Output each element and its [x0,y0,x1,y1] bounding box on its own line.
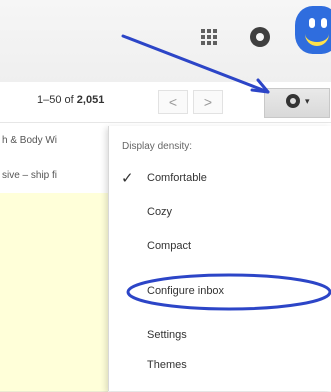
menu-item-label: Comfortable [147,172,207,184]
check-icon: ✓ [121,170,134,187]
notifications-icon[interactable] [250,27,270,47]
menu-item-settings[interactable]: Settings [109,323,331,349]
list-item[interactable]: h & Body Wi [0,123,108,159]
list-item[interactable]: sive – ship fi [0,158,108,194]
menu-item-label: Settings [147,329,187,341]
toolbar: 1–50 of 2,051 < > ▾ [0,82,331,123]
menu-item-label: Cozy [147,206,173,218]
newer-page-button[interactable]: > [193,90,223,114]
pagination-count: 1–50 of 2,051 [37,94,104,106]
top-bar [0,0,331,82]
settings-menu: Display density: ✓ Comfortable Cozy Comp… [108,126,331,391]
list-item[interactable] [0,263,108,299]
list-item[interactable] [0,228,108,264]
pagination-range: 1–50 [37,94,62,106]
message-snippet: sive – ship fi [2,170,58,181]
list-item[interactable] [0,193,108,229]
menu-item-label: Configure inbox [147,285,225,297]
list-item[interactable] [0,298,108,334]
list-item[interactable] [0,333,108,392]
pagination-total: 2,051 [76,94,105,106]
avatar[interactable] [295,6,331,54]
menu-item-configure-inbox[interactable]: Configure inbox [109,279,331,305]
chevron-down-icon[interactable]: ▾ [305,96,310,107]
display-density-heading: Display density: [122,141,193,152]
menu-item-label: Themes [147,359,187,371]
menu-item-themes[interactable]: Themes [109,353,331,379]
gear-icon[interactable] [286,94,300,108]
menu-item-label: Compact [147,240,192,252]
message-snippet: h & Body Wi [2,135,58,146]
menu-item-compact[interactable]: Compact [109,234,331,260]
menu-item-cozy[interactable]: Cozy [109,200,331,226]
menu-item-comfortable[interactable]: ✓ Comfortable [109,166,331,192]
apps-grid-icon[interactable] [201,29,217,45]
pagination-of: of [64,94,74,106]
older-page-button[interactable]: < [158,90,188,114]
